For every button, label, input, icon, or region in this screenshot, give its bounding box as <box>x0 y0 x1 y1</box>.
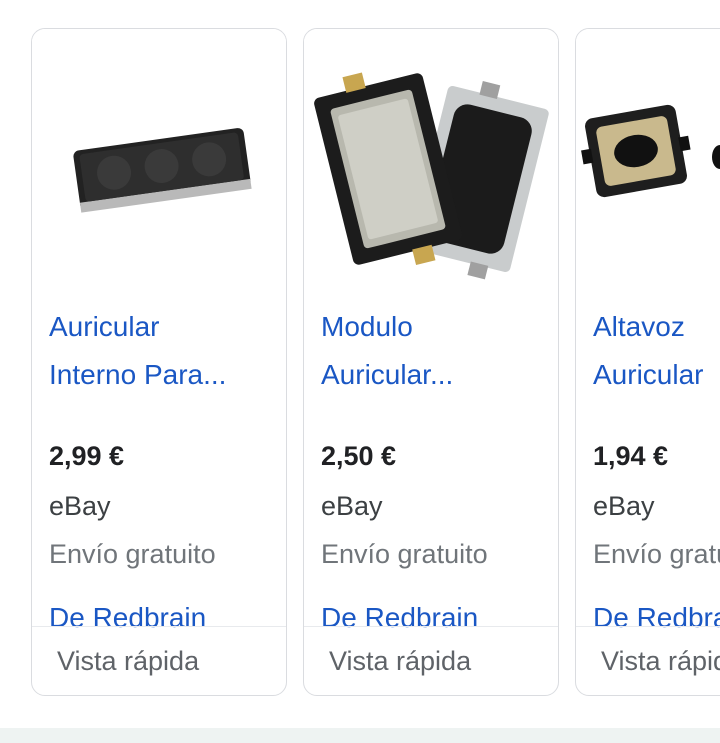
product-card[interactable]: Auricular Interno Para... 2,99 € eBay En… <box>31 28 287 696</box>
shipping-info: Envío gratuito <box>321 539 488 569</box>
product-title-line: Altavoz <box>593 311 685 342</box>
product-price: 2,99 € <box>49 441 125 471</box>
product-title-link[interactable]: Auricular Interno Para... <box>49 303 277 399</box>
product-image[interactable] <box>304 29 558 289</box>
product-store: eBay <box>593 491 655 521</box>
product-card[interactable]: Altavoz Auricular 1,94 € eBay Envío grat… <box>575 28 720 696</box>
product-title-line: Interno Para... <box>49 359 227 390</box>
quick-view-label: Vista rápida <box>57 645 200 676</box>
product-price: 1,94 € <box>593 441 669 471</box>
product-store: eBay <box>321 491 383 521</box>
quick-view-button[interactable]: Vista rápida <box>576 627 720 695</box>
shipping-info: Envío gratuito <box>593 539 720 569</box>
product-image[interactable] <box>576 29 720 289</box>
quick-view-button[interactable]: Vista rápida <box>32 627 286 695</box>
product-title-line: Modulo <box>321 311 413 342</box>
quick-view-label: Vista rápida <box>601 645 720 676</box>
product-store: eBay <box>49 491 111 521</box>
product-image[interactable] <box>32 29 286 289</box>
product-title-link[interactable]: Altavoz Auricular <box>593 303 720 399</box>
quick-view-button[interactable]: Vista rápida <box>304 627 558 695</box>
product-card[interactable]: Modulo Auricular... 2,50 € eBay Envío gr… <box>303 28 559 696</box>
product-price: 2,50 € <box>321 441 397 471</box>
product-title-line: Auricular <box>49 311 160 342</box>
page-footer-strip <box>0 728 720 743</box>
quick-view-label: Vista rápida <box>329 645 472 676</box>
product-title-line: Auricular... <box>321 359 454 390</box>
shipping-info: Envío gratuito <box>49 539 216 569</box>
product-title-line: Auricular <box>593 359 704 390</box>
product-carousel[interactable]: Auricular Interno Para... 2,99 € eBay En… <box>0 0 720 728</box>
product-title-link[interactable]: Modulo Auricular... <box>321 303 549 399</box>
